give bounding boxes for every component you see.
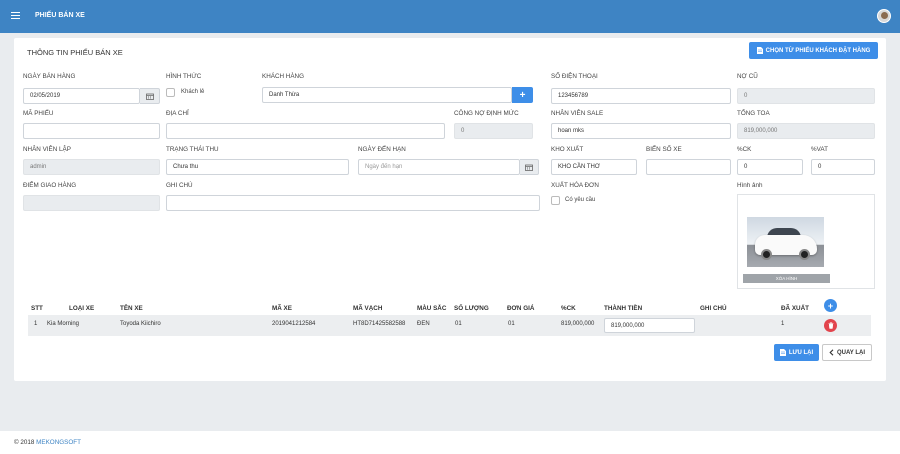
delete-image-button[interactable]: XÓA HÌNH xyxy=(743,274,830,283)
sale-date-input[interactable]: 02/05/2019 xyxy=(23,88,140,104)
total-label: TỔNG TOA xyxy=(737,110,770,117)
plus-icon: + xyxy=(827,300,834,311)
due-date-input[interactable]: Ngày đến hạn xyxy=(358,159,520,175)
sales-staff-input[interactable]: hoan mks xyxy=(551,123,731,139)
cell-unit-price: 01 xyxy=(508,321,515,327)
th-qty: SỐ LƯỢNG xyxy=(454,305,489,312)
choose-order-button[interactable]: CHỌN TỪ PHIẾU KHÁCH ĐẶT HÀNG xyxy=(749,42,878,59)
pay-status-select[interactable]: Chưa thu xyxy=(166,159,349,175)
car-image xyxy=(747,217,824,267)
form-title: THÔNG TIN PHIẾU BÁN XE xyxy=(27,48,123,57)
brand-link[interactable]: MEKONGSOFT xyxy=(36,439,81,446)
form-type-label: HÌNH THỨC xyxy=(166,73,202,80)
calendar-icon[interactable] xyxy=(140,88,160,104)
customer-input[interactable]: Danh Thừa xyxy=(262,87,512,103)
top-navbar: PHIẾU BÁN XE xyxy=(0,0,900,33)
invoice-option-label: Có yêu cầu xyxy=(565,197,596,203)
sale-form-card: THÔNG TIN PHIẾU BÁN XE CHỌN TỪ PHIẾU KHÁ… xyxy=(14,38,886,381)
customer-label: KHÁCH HÀNG xyxy=(262,73,304,80)
plate-input[interactable] xyxy=(646,159,731,175)
th-ck: %CK xyxy=(561,305,576,312)
back-button[interactable]: QUAY LẠI xyxy=(822,344,872,361)
cell-amount-input[interactable]: 819,000,000 xyxy=(604,318,695,333)
ck-label: %CK xyxy=(737,146,752,153)
delivery-point-input xyxy=(23,195,160,211)
th-code: MÃ XE xyxy=(272,305,292,312)
plate-label: BIỂN SỐ XE xyxy=(646,146,682,153)
due-date-calendar-icon[interactable] xyxy=(520,159,539,175)
add-row-button[interactable]: + xyxy=(824,299,837,312)
cell-color: ĐEN xyxy=(417,321,430,327)
pay-status-label: TRẠNG THÁI THU xyxy=(166,146,219,153)
trash-icon xyxy=(828,322,833,329)
debt-norm-label: CÔNG NỢ ĐỊNH MỨC xyxy=(454,110,519,117)
phone-input[interactable]: 123456789 xyxy=(551,88,731,104)
app-title: PHIẾU BÁN XE xyxy=(35,12,85,19)
debt-norm-input: 0 xyxy=(454,123,533,139)
plus-icon: + xyxy=(519,89,526,101)
walkin-customer-label: Khách lẻ xyxy=(181,89,205,95)
cell-name: Toyoda Kiichiro xyxy=(120,321,161,327)
save-label: LƯU LẠI xyxy=(788,349,814,356)
th-name: TÊN XE xyxy=(120,305,143,312)
user-avatar[interactable] xyxy=(877,9,891,23)
cell-barcode: HT8D71425582588 xyxy=(353,321,406,327)
th-stt: STT xyxy=(31,305,43,312)
th-exported: ĐÃ XUẤT xyxy=(781,305,809,312)
creator-input: admin xyxy=(23,159,160,175)
document-icon xyxy=(756,47,763,54)
footer-text: © 2018 MEKONGSOFT xyxy=(14,439,81,446)
th-note: GHI CHÚ xyxy=(700,305,727,312)
warehouse-label: KHO XUẤT xyxy=(551,146,584,153)
cell-code: 2019041212584 xyxy=(272,321,316,327)
th-unit-price: ĐƠN GIÁ xyxy=(507,305,535,312)
cell-qty: 01 xyxy=(455,321,462,327)
total-input: 819,000,000 xyxy=(737,123,875,139)
vat-input[interactable]: 0 xyxy=(811,159,875,175)
image-label: Hình ảnh xyxy=(737,182,763,189)
old-debt-input: 0 xyxy=(737,88,875,104)
menu-icon[interactable] xyxy=(11,12,20,19)
copyright-text: © 2018 xyxy=(14,439,37,446)
th-amount: THÀNH TIỀN xyxy=(604,305,643,312)
due-date-label: NGÀY ĐẾN HẠN xyxy=(358,146,406,153)
cell-stt: 1 xyxy=(34,321,38,327)
th-type: LOẠI XE xyxy=(69,305,95,312)
address-input[interactable] xyxy=(166,123,445,139)
cell-exported: 1 xyxy=(781,321,785,327)
vat-label: %VAT xyxy=(811,146,828,153)
th-barcode: MÃ VẠCH xyxy=(353,305,383,312)
add-customer-button[interactable]: + xyxy=(512,87,533,103)
old-debt-label: NỢ CŨ xyxy=(737,73,758,80)
creator-label: NHÂN VIÊN LẬP xyxy=(23,146,71,153)
warehouse-select[interactable]: KHO CẦN THƠ xyxy=(551,159,637,175)
note-label: GHI CHÚ xyxy=(166,182,193,189)
save-button[interactable]: LƯU LẠI xyxy=(774,344,819,361)
delivery-point-label: ĐIỂM GIAO HÀNG xyxy=(23,182,77,189)
invoice-checkbox[interactable] xyxy=(551,196,560,205)
code-input[interactable] xyxy=(23,123,160,139)
sales-staff-label: NHÂN VIÊN SALE xyxy=(551,110,604,117)
save-icon xyxy=(779,349,786,356)
code-label: MÃ PHIẾU xyxy=(23,110,54,117)
cell-type: Kia Morning xyxy=(47,321,80,327)
phone-label: SỐ ĐIỆN THOẠI xyxy=(551,73,598,80)
walkin-customer-checkbox[interactable] xyxy=(166,88,175,97)
sale-date-label: NGÀY BÁN HÀNG xyxy=(23,73,76,80)
cell-ck: 819,000,000 xyxy=(561,321,595,327)
th-color: MÀU SẮC xyxy=(417,305,447,312)
image-box: XÓA HÌNH xyxy=(737,194,875,289)
chevron-left-icon xyxy=(829,349,834,356)
delete-row-button[interactable] xyxy=(824,319,837,332)
back-label: QUAY LẠI xyxy=(836,349,865,356)
address-label: ĐỊA CHỈ xyxy=(166,110,189,117)
footer: © 2018 MEKONGSOFT xyxy=(0,431,900,454)
choose-order-label: CHỌN TỪ PHIẾU KHÁCH ĐẶT HÀNG xyxy=(765,47,871,54)
note-input[interactable] xyxy=(166,195,540,211)
ck-input[interactable]: 0 xyxy=(737,159,803,175)
invoice-label: XUẤT HÓA ĐƠN xyxy=(551,182,599,189)
